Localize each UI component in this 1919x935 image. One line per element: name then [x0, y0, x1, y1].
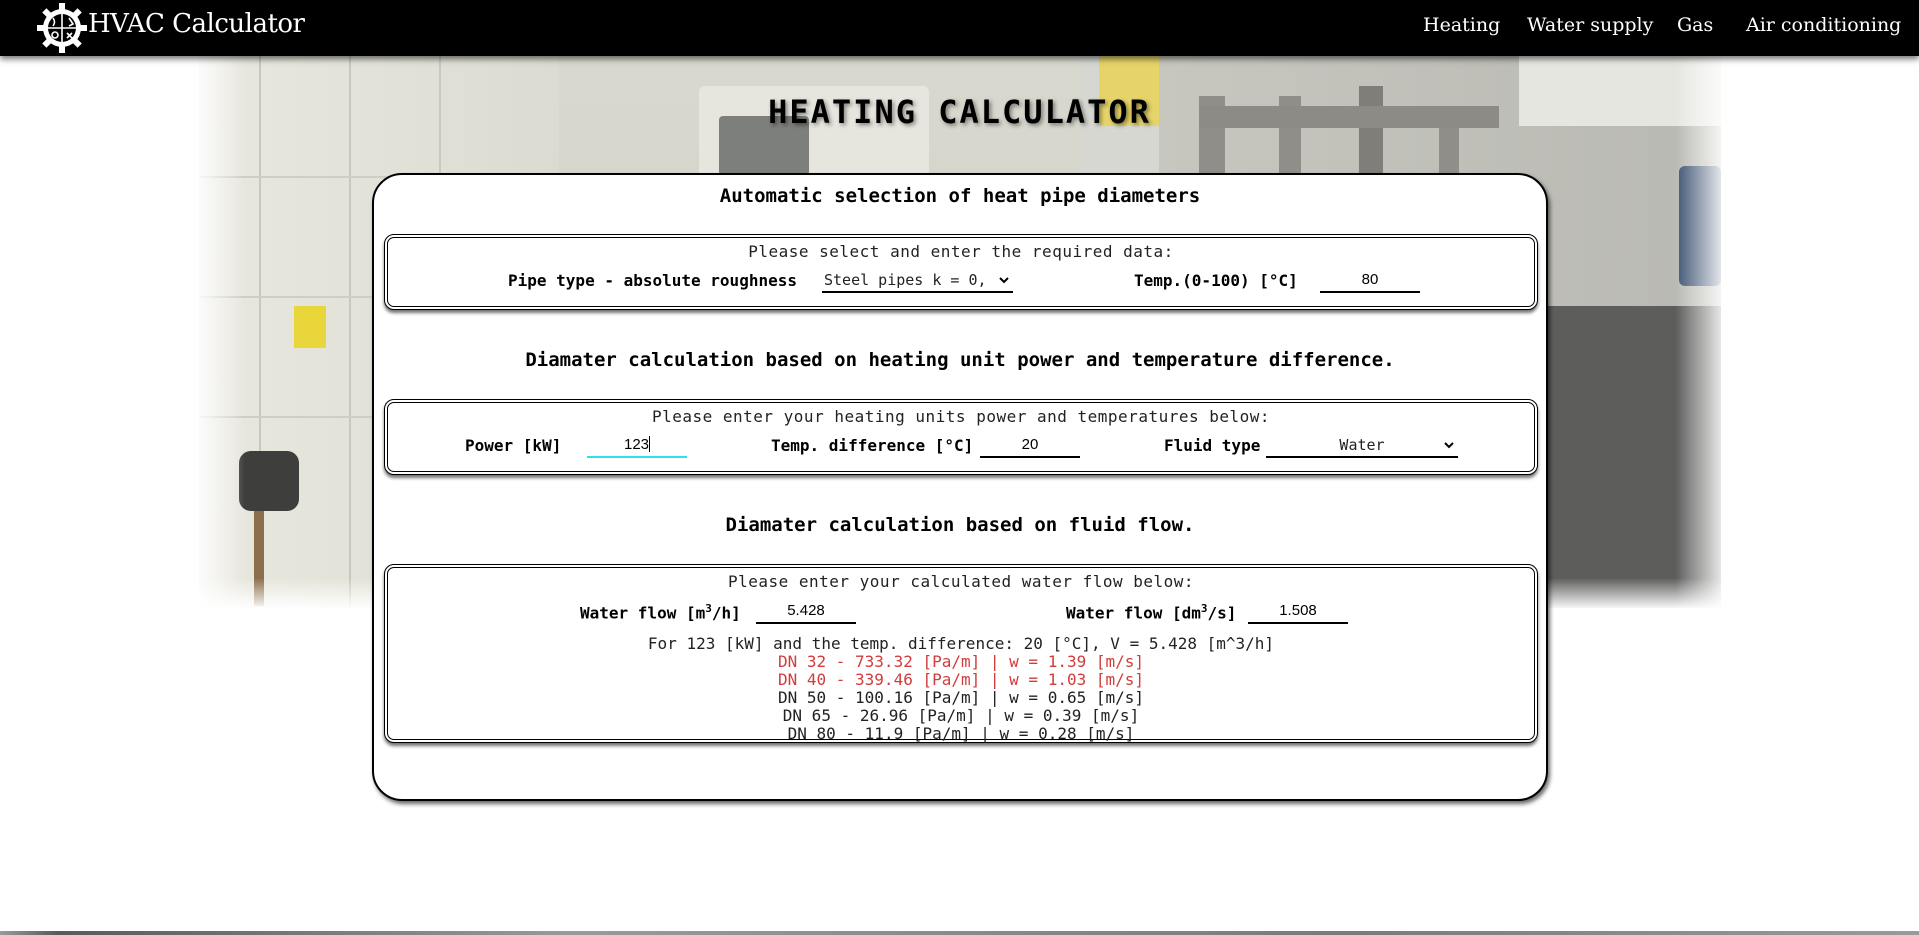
- flow-data-caption: Please enter your calculated water flow …: [727, 572, 1195, 591]
- result-row-dn32: DN 32 - 733.32 [Pa/m] | w = 1.39 [m/s]: [777, 652, 1145, 671]
- temperature-input[interactable]: 80: [1320, 269, 1420, 293]
- power-input[interactable]: 123: [587, 434, 687, 458]
- result-row-dn50: DN 50 - 100.16 [Pa/m] | w = 0.65 [m/s]: [777, 688, 1145, 707]
- power-input-value: 123: [623, 436, 650, 453]
- nav-water-supply[interactable]: Water supply: [1527, 14, 1653, 36]
- power-data-box: Please enter your heating units power an…: [384, 399, 1538, 475]
- results-list: For 123 [kW] and the temp. difference: 2…: [388, 635, 1534, 743]
- fluid-type-select[interactable]: Water: [1266, 434, 1458, 458]
- pipe-type-select[interactable]: Steel pipes k = 0,: [822, 269, 1013, 293]
- chevron-down-icon: [999, 277, 1009, 284]
- power-label: Power [kW]: [465, 436, 562, 455]
- bottom-scrollbar[interactable]: [0, 931, 1919, 935]
- power-data-caption: Please enter your heating units power an…: [651, 407, 1271, 426]
- result-row-dn40: DN 40 - 339.46 [Pa/m] | w = 1.03 [m/s]: [777, 670, 1145, 689]
- nav-gas[interactable]: Gas: [1677, 14, 1713, 36]
- pipe-type-label: Pipe type - absolute roughness: [508, 271, 797, 290]
- result-row-dn80: DN 80 - 11.9 [Pa/m] | w = 0.28 [m/s]: [787, 724, 1135, 743]
- pipe-data-caption: Please select and enter the required dat…: [748, 242, 1174, 261]
- water-flow-m3h-input[interactable]: 5.428: [756, 600, 856, 624]
- results-summary: For 123 [kW] and the temp. difference: 2…: [647, 634, 1275, 653]
- text-caret: [649, 436, 651, 452]
- flow-data-box: Please enter your calculated water flow …: [384, 564, 1538, 743]
- temperature-label: Temp.(0-100) [°C]: [1134, 271, 1298, 290]
- pipe-type-selected-value: Steel pipes k = 0,: [824, 271, 987, 289]
- water-flow-m3h-label: Water flow [m3/h]: [580, 602, 741, 623]
- brand-title[interactable]: HVAC Calculator: [88, 9, 305, 39]
- result-row-dn65: DN 65 - 26.96 [Pa/m] | w = 0.39 [m/s]: [782, 706, 1140, 725]
- gear-logo-icon[interactable]: [36, 2, 88, 54]
- top-navbar: HVAC Calculator Heating Water supply Gas…: [0, 0, 1919, 56]
- water-flow-dm3s-input[interactable]: 1.508: [1248, 600, 1348, 624]
- nav-heating[interactable]: Heating: [1423, 14, 1500, 36]
- calculator-card: Automatic selection of heat pipe diamete…: [372, 173, 1548, 801]
- flow-section-title: Diamater calculation based on fluid flow…: [725, 514, 1195, 536]
- card-title: Automatic selection of heat pipe diamete…: [719, 185, 1201, 207]
- chevron-down-icon: [1444, 442, 1454, 449]
- fluid-type-selected-value: Water: [1339, 436, 1385, 454]
- pipe-data-box: Please select and enter the required dat…: [384, 234, 1538, 310]
- water-flow-dm3s-label: Water flow [dm3/s]: [1066, 602, 1237, 623]
- temp-difference-label: Temp. difference [°C]: [771, 436, 974, 455]
- nav-air-conditioning[interactable]: Air conditioning: [1746, 14, 1901, 36]
- power-section-title: Diamater calculation based on heating un…: [525, 349, 1395, 371]
- fluid-type-label: Fluid type: [1164, 436, 1261, 455]
- page-title: HEATING CALCULATOR: [768, 93, 1151, 131]
- temp-difference-input[interactable]: 20: [980, 434, 1080, 458]
